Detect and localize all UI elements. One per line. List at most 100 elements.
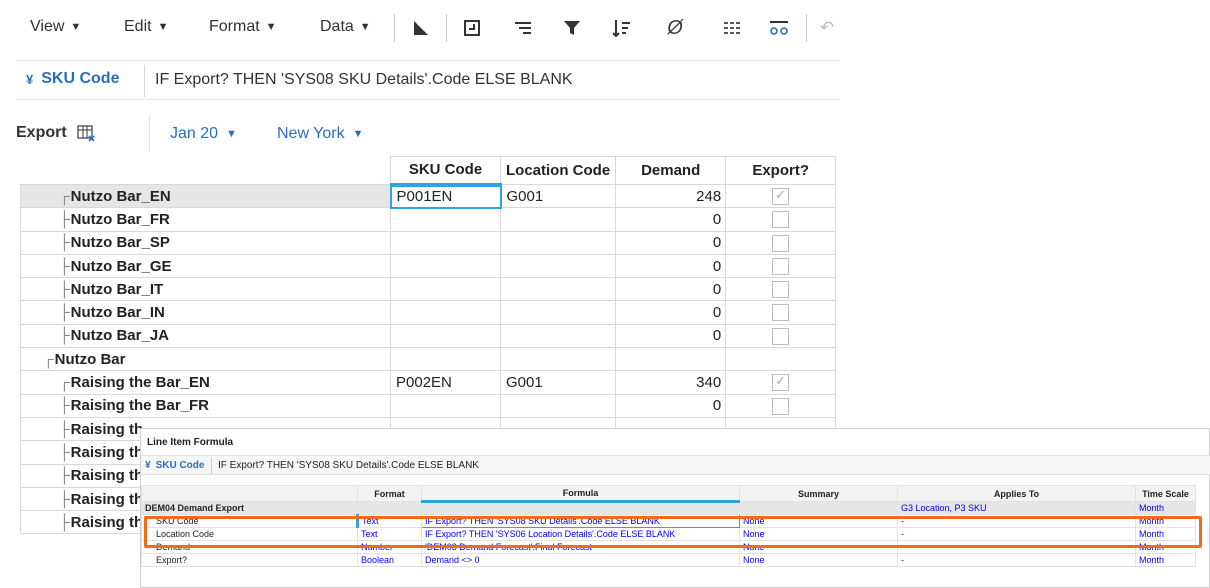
cell-sku-code[interactable] (390, 207, 501, 232)
cell-export[interactable] (725, 347, 837, 372)
grid-row[interactable]: ├Nutzo Bar_JA 0 (20, 323, 837, 349)
line-item-time-scale[interactable]: Month (1135, 514, 1196, 528)
cell-export[interactable] (725, 253, 837, 279)
cell-location-code[interactable] (499, 207, 617, 232)
export-checkbox[interactable] (772, 187, 790, 205)
grid-row[interactable]: ┌Nutzo Bar (20, 347, 837, 372)
cell-sku-code[interactable]: P001EN (389, 183, 502, 209)
cell-sku-code[interactable]: P002EN (390, 370, 501, 395)
popup-line-item[interactable]: ¥ SKU Code (145, 460, 204, 471)
line-item-applies-to[interactable]: - (897, 540, 1136, 554)
export-checkbox[interactable] (772, 397, 790, 415)
export-checkbox[interactable] (772, 234, 790, 252)
blueprint-row[interactable]: Demand Number 'DEM03 Demand Forecast'.Fi… (141, 540, 1196, 554)
cell-demand[interactable]: 0 (615, 277, 727, 302)
cell-demand[interactable]: 0 (615, 230, 727, 255)
cell-export[interactable] (725, 393, 837, 418)
line-item-format[interactable]: Text (357, 527, 422, 541)
table-export-icon[interactable] (76, 124, 95, 142)
grid-row[interactable]: ├Raising the Bar_FR 0 (20, 393, 837, 418)
line-item-applies-to[interactable]: - (897, 514, 1136, 528)
cell-demand[interactable]: 0 (615, 393, 727, 418)
cell-demand[interactable]: 0 (615, 253, 727, 279)
line-item-format[interactable]: Boolean (357, 553, 422, 567)
time-context-selector[interactable]: Jan 20 ▼ (170, 125, 237, 143)
row-header[interactable]: ┌Raising the Bar_EN (20, 370, 391, 395)
cell-demand[interactable]: 0 (615, 323, 727, 349)
format-menu[interactable]: Format ▼ (209, 18, 277, 36)
export-checkbox[interactable] (772, 304, 790, 322)
cell-location-code[interactable]: G001 (499, 183, 617, 209)
cell-location-code[interactable] (499, 277, 617, 302)
row-header[interactable]: ├Nutzo Bar_JA (20, 323, 391, 349)
cell-export[interactable] (725, 207, 837, 232)
cell-demand[interactable] (615, 347, 727, 372)
grid-row[interactable]: ├Nutzo Bar_IN 0 (20, 300, 837, 325)
cell-export[interactable] (725, 300, 837, 325)
data-menu[interactable]: Data ▼ (320, 18, 371, 36)
cell-export[interactable] (725, 323, 837, 349)
line-item-summary[interactable]: None (739, 514, 898, 528)
cell-location-code[interactable] (499, 300, 617, 325)
cell-location-code[interactable] (499, 393, 617, 418)
location-context-selector[interactable]: New York ▼ (277, 125, 363, 143)
cell-export[interactable] (725, 230, 837, 255)
line-item-time-scale[interactable]: Month (1135, 527, 1196, 541)
line-item-time-scale[interactable]: Month (1135, 553, 1196, 567)
cell-demand[interactable]: 0 (615, 300, 727, 325)
cell-export[interactable] (725, 370, 837, 395)
line-item-summary[interactable]: None (739, 553, 898, 567)
row-header[interactable]: ┌Nutzo Bar (20, 347, 391, 372)
cell-location-code[interactable]: G001 (499, 370, 617, 395)
cell-sku-code[interactable] (390, 253, 501, 279)
grid-row[interactable]: ┌Nutzo Bar_EN P001EN G001 248 (20, 183, 837, 209)
cell-location-code[interactable] (499, 347, 617, 372)
cell-sku-code[interactable] (390, 230, 501, 255)
cell-location-code[interactable] (499, 323, 617, 349)
export-checkbox[interactable] (772, 211, 790, 229)
cell-sku-code[interactable] (390, 347, 501, 372)
blueprint-row[interactable]: Location Code Text IF Export? THEN 'SYS0… (141, 527, 1196, 541)
line-item-applies-to[interactable]: - (897, 553, 1136, 567)
cell-sku-code[interactable] (390, 300, 501, 325)
view-menu[interactable]: View ▼ (30, 18, 81, 36)
cell-location-code[interactable] (499, 230, 617, 255)
column-header-demand[interactable]: Demand (615, 156, 727, 185)
row-header[interactable]: ├Nutzo Bar_GE (20, 253, 391, 279)
blueprint-row[interactable]: Export? Boolean Demand <> 0 None - Month (141, 553, 1196, 567)
grid-row[interactable]: ├Nutzo Bar_IT 0 (20, 277, 837, 302)
row-header[interactable]: ┌Nutzo Bar_EN (20, 183, 391, 209)
cell-demand[interactable]: 248 (615, 183, 727, 209)
row-header[interactable]: ├Nutzo Bar_IT (20, 277, 391, 302)
grid-row[interactable]: ├Nutzo Bar_SP 0 (20, 230, 837, 255)
grid-format-icon[interactable] (719, 16, 745, 40)
column-header-location-code[interactable]: Location Code (499, 156, 617, 185)
edit-menu[interactable]: Edit ▼ (124, 18, 168, 36)
export-checkbox[interactable] (772, 373, 790, 392)
cell-demand[interactable]: 0 (615, 207, 727, 232)
line-item-formula[interactable]: IF Export? THEN 'SYS08 SKU Details'.Code… (421, 514, 740, 528)
line-item-format[interactable]: Number (357, 540, 422, 554)
grid-row[interactable]: ┌Raising the Bar_EN P002EN G001 340 (20, 370, 837, 395)
pivot-icon[interactable] (408, 16, 434, 40)
line-item-formula[interactable]: IF Export? THEN 'SYS06 Location Details'… (421, 527, 740, 541)
row-header[interactable]: ├Nutzo Bar_FR (20, 207, 391, 232)
export-checkbox[interactable] (772, 257, 790, 275)
cell-sku-code[interactable] (390, 277, 501, 302)
column-header-sku-code[interactable]: SKU Code (390, 156, 501, 187)
export-checkbox[interactable] (772, 327, 790, 345)
compare-icon[interactable] (766, 16, 792, 40)
cell-export[interactable] (725, 277, 837, 302)
blueprint-row[interactable]: SKU Code Text IF Export? THEN 'SYS08 SKU… (141, 514, 1196, 528)
sort-icon[interactable] (609, 16, 635, 40)
indent-icon[interactable] (510, 16, 536, 40)
line-item-time-scale[interactable]: Month (1135, 540, 1196, 554)
line-item-summary[interactable]: None (739, 527, 898, 541)
cell-sku-code[interactable] (390, 323, 501, 349)
line-item-formula[interactable]: Demand <> 0 (421, 553, 740, 567)
grid-row[interactable]: ├Nutzo Bar_FR 0 (20, 207, 837, 232)
cell-export[interactable] (725, 183, 837, 209)
grid-row[interactable]: ├Nutzo Bar_GE 0 (20, 253, 837, 279)
row-header[interactable]: ├Nutzo Bar_IN (20, 300, 391, 325)
row-header[interactable]: ├Nutzo Bar_SP (20, 230, 391, 255)
